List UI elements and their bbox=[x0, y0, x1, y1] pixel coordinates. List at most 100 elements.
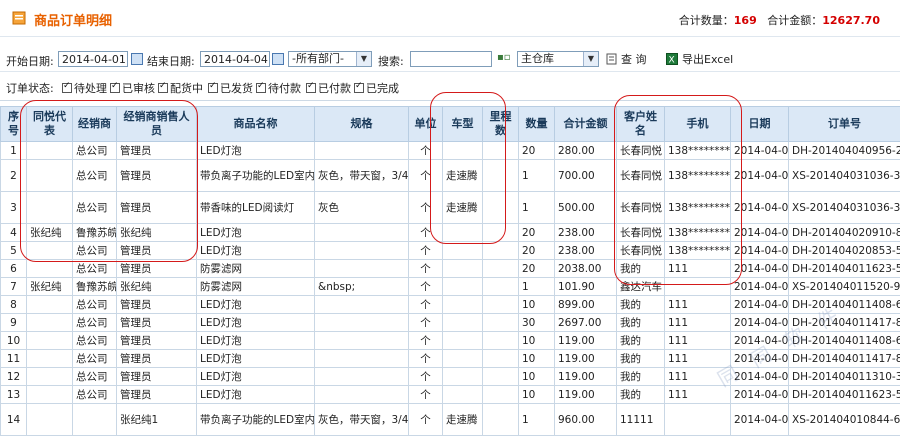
table-cell: 7 bbox=[0, 277, 27, 296]
chevron-down-icon: ▼ bbox=[583, 52, 598, 66]
table-row[interactable]: 11 总公司管理员LED灯泡 个 10119.00我的1112014-04-01DH-… bbox=[0, 349, 900, 368]
column-header: 经销商销售人员 bbox=[116, 106, 197, 142]
calendar-icon[interactable] bbox=[131, 53, 143, 65]
table-cell: 138******** bbox=[664, 191, 731, 224]
status-checkbox[interactable]: 配货中 bbox=[158, 80, 203, 96]
table-cell: DH-201404011408-652 bbox=[788, 331, 900, 350]
status-checkbox[interactable]: 待处理 bbox=[62, 80, 107, 96]
table-cell: 4 bbox=[0, 223, 27, 242]
status-checkbox[interactable]: 已审核 bbox=[110, 80, 155, 96]
table-cell: 700.00 bbox=[554, 159, 617, 192]
table-row[interactable]: 7 张纪纯 鲁豫苏皖 张纪纯 防雾滤网 &nbsp; 个 1 101.90 鑫达汽车 2014-04… bbox=[0, 277, 900, 296]
table-cell: 管理员 bbox=[116, 331, 197, 350]
table-cell: 1 bbox=[518, 159, 555, 192]
status-label: 待付款 bbox=[268, 82, 301, 95]
export-excel-button[interactable]: X 导出Excel bbox=[666, 51, 733, 67]
checkbox-icon bbox=[158, 81, 168, 93]
table-row[interactable]: 4 张纪纯 鲁豫苏皖 张纪纯 LED灯泡个 20 238.00 长春同悦 138********… bbox=[0, 223, 900, 242]
table-row[interactable]: 12 总公司管理员LED灯泡 个 10119.00我的1112014-04-01DH-… bbox=[0, 367, 900, 386]
table-cell: 20 bbox=[518, 141, 555, 160]
table-cell: 我的 bbox=[616, 295, 665, 314]
warehouse-select[interactable]: 主仓库 ▼ bbox=[517, 51, 599, 67]
status-checkbox[interactable]: 待付款 bbox=[256, 80, 301, 96]
table-row[interactable]: 5 总公司 管理员 LED灯泡 个 20 238.00 长春同悦 138******** 2014… bbox=[0, 241, 900, 260]
calendar-icon[interactable] bbox=[272, 53, 284, 65]
table-row[interactable]: 3 总公司 管理员 带香味的LED阅读灯 灰色个走速腾 1 500.00 长春同悦 138***… bbox=[0, 191, 900, 224]
query-button[interactable]: 查 询 bbox=[606, 51, 647, 67]
table-cell: 111 bbox=[664, 331, 731, 350]
status-label: 配货中 bbox=[170, 82, 203, 95]
table-cell: 我的 bbox=[616, 313, 665, 332]
table-cell: LED灯泡 bbox=[196, 385, 315, 404]
table-cell: 30 bbox=[518, 313, 555, 332]
table-row[interactable]: 9 总公司管理员LED灯泡 个 302697.00我的1112014-04-01DH-… bbox=[0, 313, 900, 332]
table-cell bbox=[482, 349, 519, 368]
column-header: 经销商 bbox=[72, 106, 117, 142]
table-row[interactable]: 8 总公司管理员LED灯泡 个 10899.00我的1112014-04-01DH-2… bbox=[0, 295, 900, 314]
table-cell: 总公司 bbox=[72, 331, 117, 350]
table-cell: DH-201404011417-880 bbox=[788, 313, 900, 332]
table-row[interactable]: 10总公司管理员LED灯泡个10119.00我的1112014-04-01DH-… bbox=[0, 331, 900, 350]
table-cell: 管理员 bbox=[116, 141, 197, 160]
status-checkbox[interactable]: 已完成 bbox=[354, 80, 399, 96]
totals-summary: 合计数量：169 合计金额：12627.70 bbox=[679, 12, 880, 28]
table-cell: 138******** bbox=[664, 223, 731, 242]
table-cell: LED灯泡 bbox=[196, 313, 315, 332]
table-cell: 灰色，带天窗，3/4圈 bbox=[314, 403, 409, 436]
table-cell bbox=[482, 259, 519, 278]
table-cell bbox=[664, 403, 731, 436]
table-cell bbox=[314, 385, 409, 404]
table-cell: DH-201404011417-880 bbox=[788, 349, 900, 368]
table-cell bbox=[482, 295, 519, 314]
table-row[interactable]: 1 总公司 管理员 LED灯泡 个 20 280.00 长春同悦 138******** 2014… bbox=[0, 141, 900, 160]
table-cell: 总公司 bbox=[72, 259, 117, 278]
table-row[interactable]: 6 总公司管理员防雾滤网 个 202038.00我的1112014-04-01DH-2… bbox=[0, 259, 900, 278]
table-cell bbox=[482, 277, 519, 296]
start-date-label: 开始日期: bbox=[6, 55, 54, 68]
table-cell: 119.00 bbox=[554, 385, 617, 404]
table-cell bbox=[26, 331, 73, 350]
column-header: 里程数 bbox=[482, 106, 519, 142]
table-cell bbox=[482, 141, 519, 160]
table-row[interactable]: 14 张纪纯1带负离子功能的LED室内灯灰色，带天窗，3/4圈个走速腾 1960.0… bbox=[0, 403, 900, 436]
department-select[interactable]: -所有部门- ▼ bbox=[288, 51, 372, 67]
search-input[interactable] bbox=[410, 51, 492, 67]
column-header: 合计金额 bbox=[554, 106, 617, 142]
search-options-icon[interactable]: ▪▫ bbox=[497, 52, 511, 63]
table-cell: 灰色 bbox=[314, 191, 409, 224]
status-label: 已审核 bbox=[122, 82, 155, 95]
table-cell: 2 bbox=[0, 159, 27, 192]
table-cell: 111 bbox=[664, 385, 731, 404]
table-row[interactable]: 2 总公司管理员带负离子功能的LED室内灯灰色，带天窗，3/4圈个走速腾 1700.… bbox=[0, 159, 900, 192]
status-label: 已付款 bbox=[318, 82, 351, 95]
table-cell: 11 bbox=[0, 349, 27, 368]
table-cell: 个 bbox=[408, 313, 443, 332]
table-cell bbox=[442, 331, 483, 350]
table-cell: 总公司 bbox=[72, 295, 117, 314]
table-cell: 我的 bbox=[616, 331, 665, 350]
table-cell: 个 bbox=[408, 259, 443, 278]
table-cell: 个 bbox=[408, 191, 443, 224]
table-cell bbox=[482, 223, 519, 242]
table-cell bbox=[314, 295, 409, 314]
end-date-input[interactable]: 2014-04-04 bbox=[200, 51, 270, 67]
table-cell bbox=[314, 223, 409, 242]
table-cell: 总公司 bbox=[72, 141, 117, 160]
total-qty-value: 169 bbox=[733, 14, 757, 27]
table-cell: 管理员 bbox=[116, 241, 197, 260]
table-cell: 管理员 bbox=[116, 385, 197, 404]
table-cell: 总公司 bbox=[72, 349, 117, 368]
table-cell: 2014-04-01 bbox=[730, 295, 789, 314]
table-cell: 111 bbox=[664, 349, 731, 368]
order-status-label: 订单状态: bbox=[6, 82, 54, 95]
table-row[interactable]: 13 总公司管理员LED灯泡 个 10119.00我的1112014-04-01DH-… bbox=[0, 385, 900, 404]
status-checkbox[interactable]: 已发货 bbox=[208, 80, 253, 96]
start-date-input[interactable]: 2014-04-01 bbox=[58, 51, 128, 67]
table-cell: 10 bbox=[518, 367, 555, 386]
status-checkbox[interactable]: 已付款 bbox=[306, 80, 351, 96]
table-cell: 12 bbox=[0, 367, 27, 386]
page-title: 商品订单明细 bbox=[34, 14, 113, 29]
table-cell: DH-201404020910-877 bbox=[788, 223, 900, 242]
filter-toolbar: 开始日期: 2014-04-01 结束日期: 2014-04-04 -所有部门-… bbox=[0, 37, 900, 72]
table-cell: 2014-04-02 bbox=[730, 241, 789, 260]
